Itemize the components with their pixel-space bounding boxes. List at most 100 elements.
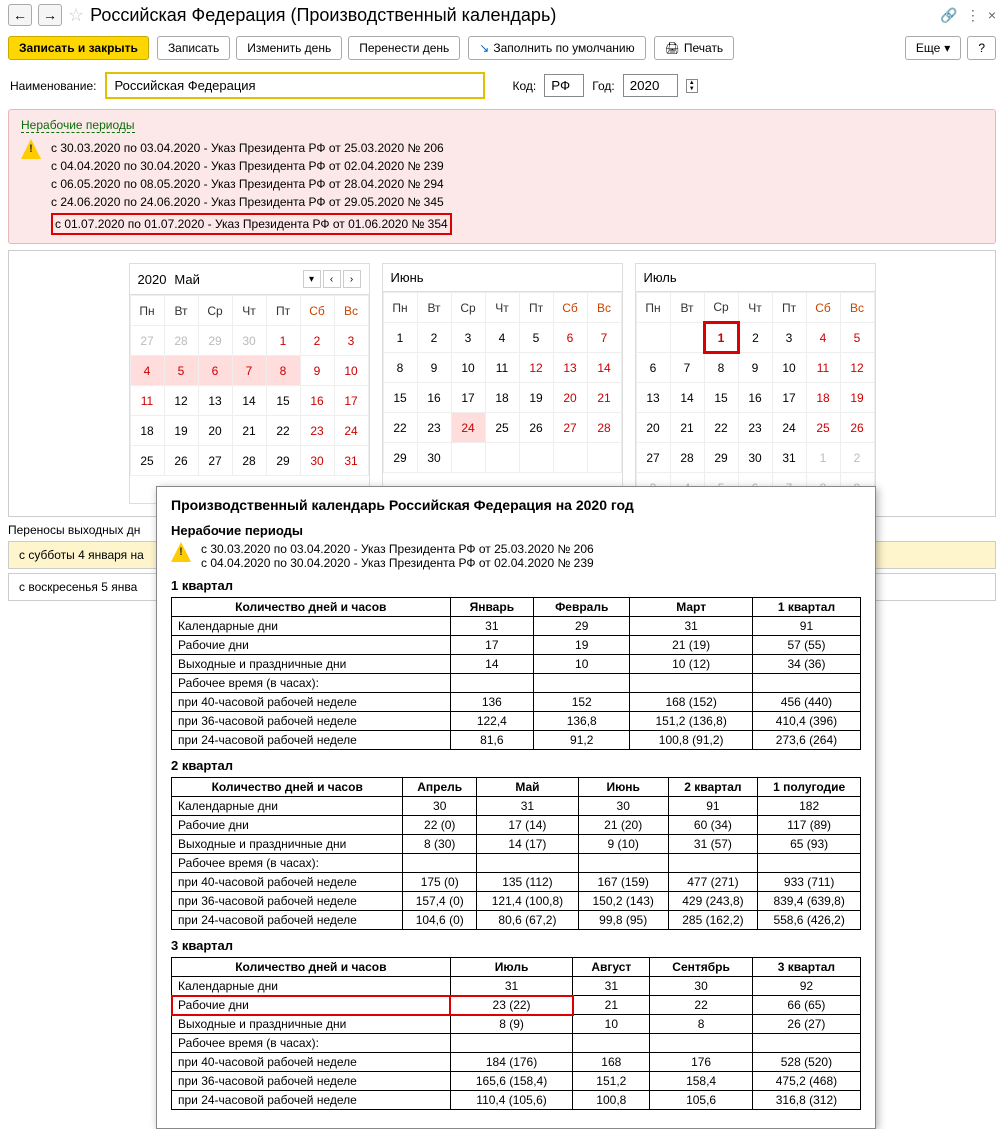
calendar-day[interactable]: 7	[670, 353, 704, 383]
calendar-day[interactable]: 21	[232, 416, 266, 446]
calendar-day[interactable]: 3	[772, 323, 806, 353]
calendar-day[interactable]: 28	[164, 326, 198, 356]
back-button[interactable]: ←	[8, 4, 32, 26]
save-close-button[interactable]: Записать и закрыть	[8, 36, 149, 60]
favorite-icon[interactable]: ☆	[68, 5, 84, 26]
calendar-day[interactable]: 12	[164, 386, 198, 416]
calendar-day[interactable]: 1	[383, 323, 417, 353]
link-icon[interactable]: 🔗	[940, 7, 957, 24]
calendar-day[interactable]: 30	[417, 443, 451, 473]
calendar-day[interactable]: 2	[300, 326, 334, 356]
calendar-day[interactable]: 25	[130, 446, 164, 476]
calendar-day[interactable]: 6	[198, 356, 232, 386]
calendar-day[interactable]: 23	[417, 413, 451, 443]
calendar-day[interactable]: 28	[670, 443, 704, 473]
calendar-day[interactable]: 13	[636, 383, 670, 413]
calendar-day[interactable]: 21	[670, 413, 704, 443]
calendar-day[interactable]: 2	[738, 323, 772, 353]
calendar-day[interactable]: 4	[806, 323, 840, 353]
calendar-day[interactable]: 12	[840, 353, 874, 383]
calendar-day[interactable]	[485, 443, 519, 473]
calendar-day[interactable]: 9	[738, 353, 772, 383]
save-button[interactable]: Записать	[157, 36, 230, 60]
calendar-day[interactable]: 13	[553, 353, 587, 383]
calendar-day[interactable]: 22	[266, 416, 300, 446]
calendar-day[interactable]: 9	[417, 353, 451, 383]
calendar-day[interactable]: 1	[704, 323, 738, 353]
calendar-day[interactable]: 23	[300, 416, 334, 446]
calendar-day[interactable]: 27	[553, 413, 587, 443]
calendar-day[interactable]: 14	[587, 353, 621, 383]
calendar-day[interactable]: 26	[840, 413, 874, 443]
calendar-day[interactable]: 20	[553, 383, 587, 413]
calendar-day[interactable]: 6	[553, 323, 587, 353]
cal-next[interactable]: ›	[343, 270, 361, 288]
calendar-day[interactable]: 3	[451, 323, 485, 353]
calendar-day[interactable]: 15	[266, 386, 300, 416]
calendar-day[interactable]: 1	[266, 326, 300, 356]
calendar-day[interactable]: 18	[806, 383, 840, 413]
calendar-day[interactable]: 10	[334, 356, 368, 386]
calendar-day[interactable]: 19	[519, 383, 553, 413]
calendar-day[interactable]: 31	[772, 443, 806, 473]
calendar-day[interactable]: 11	[806, 353, 840, 383]
calendar-day[interactable]: 29	[383, 443, 417, 473]
cal-prev[interactable]: ‹	[323, 270, 341, 288]
calendar-day[interactable]: 30	[300, 446, 334, 476]
calendar-day[interactable]: 24	[772, 413, 806, 443]
calendar-day[interactable]: 7	[232, 356, 266, 386]
calendar-day[interactable]: 17	[334, 386, 368, 416]
calendar-day[interactable]: 14	[670, 383, 704, 413]
calendar-day[interactable]: 5	[519, 323, 553, 353]
calendar-day[interactable]: 11	[130, 386, 164, 416]
name-input[interactable]	[105, 72, 485, 99]
forward-button[interactable]: →	[38, 4, 62, 26]
calendar-day[interactable]	[519, 443, 553, 473]
calendar-day[interactable]: 20	[636, 413, 670, 443]
calendar-day[interactable]: 2	[840, 443, 874, 473]
calendar-day[interactable]: 19	[164, 416, 198, 446]
calendar-day[interactable]: 10	[772, 353, 806, 383]
calendar-day[interactable]: 9	[300, 356, 334, 386]
calendar-day[interactable]: 26	[164, 446, 198, 476]
calendar-day[interactable]: 11	[485, 353, 519, 383]
calendar-day[interactable]: 5	[840, 323, 874, 353]
calendar-day[interactable]: 5	[164, 356, 198, 386]
calendar-day[interactable]: 23	[738, 413, 772, 443]
calendar-day[interactable]: 24	[451, 413, 485, 443]
code-input[interactable]	[544, 74, 584, 97]
more-button[interactable]: Еще ▾	[905, 36, 961, 60]
calendar-day[interactable]: 8	[383, 353, 417, 383]
calendar-day[interactable]: 3	[334, 326, 368, 356]
calendar-day[interactable]	[451, 443, 485, 473]
calendar-day[interactable]: 27	[130, 326, 164, 356]
calendar-day[interactable]: 4	[130, 356, 164, 386]
calendar-day[interactable]: 25	[485, 413, 519, 443]
calendar-day[interactable]: 18	[485, 383, 519, 413]
nonwork-title[interactable]: Нерабочие периоды	[21, 118, 135, 133]
calendar-day[interactable]: 29	[266, 446, 300, 476]
change-day-button[interactable]: Изменить день	[236, 36, 342, 60]
calendar-day[interactable]: 24	[334, 416, 368, 446]
calendar-day[interactable]	[587, 443, 621, 473]
close-icon[interactable]: ×	[988, 7, 996, 23]
calendar-day[interactable]: 12	[519, 353, 553, 383]
cal-month-dropdown[interactable]: ▾	[303, 270, 321, 288]
calendar-day[interactable]: 29	[704, 443, 738, 473]
print-button[interactable]: 🖨Печать	[654, 36, 735, 60]
calendar-day[interactable]: 4	[485, 323, 519, 353]
calendar-day[interactable]: 19	[840, 383, 874, 413]
calendar-day[interactable]: 30	[232, 326, 266, 356]
calendar-day[interactable]: 22	[704, 413, 738, 443]
move-day-button[interactable]: Перенести день	[348, 36, 460, 60]
calendar-day[interactable]: 2	[417, 323, 451, 353]
calendar-day[interactable]: 16	[300, 386, 334, 416]
calendar-day[interactable]: 13	[198, 386, 232, 416]
calendar-day[interactable]: 10	[451, 353, 485, 383]
calendar-day[interactable]: 29	[198, 326, 232, 356]
calendar-day[interactable]: 8	[704, 353, 738, 383]
calendar-day[interactable]: 17	[772, 383, 806, 413]
calendar-day[interactable]	[670, 323, 704, 353]
calendar-day[interactable]: 31	[334, 446, 368, 476]
calendar-day[interactable]: 15	[383, 383, 417, 413]
